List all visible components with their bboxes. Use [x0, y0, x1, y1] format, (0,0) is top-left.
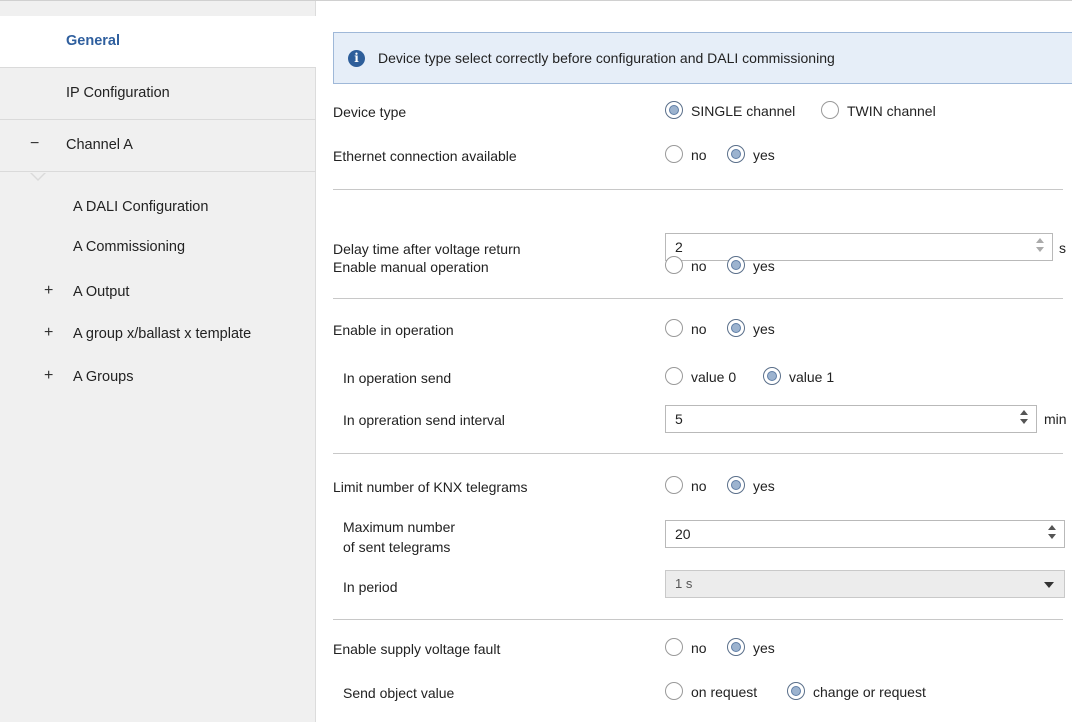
- in-operation-radio-group: no yes: [665, 319, 865, 341]
- max-telegrams-label-line2: of sent telegrams: [343, 539, 451, 555]
- chevron-down-icon[interactable]: [1044, 582, 1054, 588]
- change-or-request-label[interactable]: change or request: [813, 684, 926, 700]
- sidebar-item-a-groups[interactable]: + A Groups: [0, 367, 316, 389]
- device-type-radio-group: SINGLE channel TWIN channel: [665, 101, 965, 123]
- max-telegrams-value: 20: [675, 526, 691, 542]
- sidebar-item-label: General: [66, 33, 120, 49]
- delay-time-label: Delay time after voltage return: [333, 241, 521, 257]
- ethernet-yes-label[interactable]: yes: [753, 147, 775, 163]
- in-operation-send-radio-group: value 0 value 1: [665, 367, 915, 389]
- sidebar-item-label: A Output: [73, 284, 130, 300]
- change-or-request-radio[interactable]: [787, 682, 805, 700]
- send-value0-label[interactable]: value 0: [691, 369, 736, 385]
- send-value1-radio[interactable]: [763, 367, 781, 385]
- limit-telegrams-radio-group: no yes: [665, 476, 865, 498]
- in-op-no-radio[interactable]: [665, 319, 683, 337]
- in-period-label: In period: [343, 579, 398, 595]
- device-type-twin-radio[interactable]: [821, 101, 839, 119]
- supply-voltage-fault-label: Enable supply voltage fault: [333, 641, 501, 657]
- info-banner: i Device type select correctly before co…: [333, 32, 1072, 84]
- ethernet-no-radio[interactable]: [665, 145, 683, 163]
- spin-arrows-icon[interactable]: [1036, 238, 1044, 256]
- sidebar-item-label: A group x/ballast x template: [73, 326, 252, 342]
- info-text: Device type select correctly before conf…: [378, 50, 835, 66]
- limit-yes-radio[interactable]: [727, 476, 745, 494]
- device-type-label: Device type: [333, 104, 407, 120]
- parameter-panel: i Device type select correctly before co…: [317, 1, 1072, 722]
- section-divider: [333, 189, 1063, 190]
- sidebar-item-label: A DALI Configuration: [73, 199, 209, 215]
- on-request-label[interactable]: on request: [691, 684, 757, 700]
- sidebar-item-label: IP Configuration: [66, 85, 170, 101]
- in-op-yes-radio[interactable]: [727, 319, 745, 337]
- section-divider: [333, 619, 1063, 620]
- expand-icon[interactable]: +: [44, 324, 53, 342]
- send-value0-radio[interactable]: [665, 367, 683, 385]
- expand-notch-inner: [31, 172, 45, 179]
- device-type-single-label[interactable]: SINGLE channel: [691, 103, 795, 119]
- send-interval-value: 5: [675, 411, 683, 427]
- send-interval-unit: min: [1044, 411, 1067, 427]
- sidebar-item-a-dali-configuration[interactable]: A DALI Configuration: [0, 197, 316, 219]
- max-telegrams-label-line1: Maximum number: [343, 519, 456, 535]
- in-period-select[interactable]: 1 s: [665, 570, 1065, 598]
- manual-operation-label: Enable manual operation: [333, 259, 489, 275]
- ethernet-no-label[interactable]: no: [691, 147, 707, 163]
- supply-yes-radio[interactable]: [727, 638, 745, 656]
- ethernet-radio-group: no yes: [665, 145, 865, 167]
- limit-telegrams-label: Limit number of KNX telegrams: [333, 479, 528, 495]
- device-type-single-radio[interactable]: [665, 101, 683, 119]
- sidebar-item-channel-a[interactable]: − Channel A: [0, 120, 316, 172]
- sidebar-item-label: Channel A: [66, 137, 133, 153]
- expand-icon[interactable]: +: [44, 367, 53, 385]
- in-op-no-label[interactable]: no: [691, 321, 707, 337]
- ethernet-yes-radio[interactable]: [727, 145, 745, 163]
- sidebar: General IP Configuration − Channel A A D…: [0, 1, 316, 722]
- supply-voltage-radio-group: no yes: [665, 638, 865, 660]
- sidebar-item-a-commissioning[interactable]: A Commissioning: [0, 237, 316, 259]
- supply-yes-label[interactable]: yes: [753, 640, 775, 656]
- sidebar-item-general[interactable]: General: [0, 16, 316, 68]
- send-interval-spinbox[interactable]: 5: [665, 405, 1037, 433]
- delay-time-unit: s: [1059, 240, 1066, 256]
- section-divider: [333, 453, 1063, 454]
- delay-time-value: 2: [675, 239, 683, 255]
- max-telegrams-spinbox[interactable]: 20: [665, 520, 1065, 548]
- limit-no-label[interactable]: no: [691, 478, 707, 494]
- manual-yes-radio[interactable]: [727, 256, 745, 274]
- manual-operation-radio-group: no yes: [665, 256, 865, 278]
- send-object-value-radio-group: on request change or request: [665, 682, 985, 704]
- sidebar-item-label: A Commissioning: [73, 239, 186, 255]
- in-op-yes-label[interactable]: yes: [753, 321, 775, 337]
- section-divider: [333, 298, 1063, 299]
- expand-icon[interactable]: +: [44, 282, 53, 300]
- sidebar-item-a-output[interactable]: + A Output: [0, 282, 316, 304]
- sidebar-item-ip-configuration[interactable]: IP Configuration: [0, 68, 316, 120]
- ethernet-label: Ethernet connection available: [333, 148, 517, 164]
- send-value1-label[interactable]: value 1: [789, 369, 834, 385]
- window: General IP Configuration − Channel A A D…: [0, 0, 1072, 722]
- in-period-value: 1 s: [675, 576, 693, 591]
- limit-no-radio[interactable]: [665, 476, 683, 494]
- supply-no-radio[interactable]: [665, 638, 683, 656]
- spin-arrows-icon[interactable]: [1020, 410, 1028, 428]
- sidebar-item-a-group-template[interactable]: + A group x/ballast x template: [0, 324, 316, 346]
- send-object-value-label: Send object value: [343, 685, 455, 701]
- spin-arrows-icon[interactable]: [1048, 525, 1056, 543]
- limit-yes-label[interactable]: yes: [753, 478, 775, 494]
- in-operation-send-label: In operation send: [343, 370, 452, 386]
- manual-yes-label[interactable]: yes: [753, 258, 775, 274]
- on-request-radio[interactable]: [665, 682, 683, 700]
- manual-no-radio[interactable]: [665, 256, 683, 274]
- device-type-twin-label[interactable]: TWIN channel: [847, 103, 936, 119]
- enable-in-operation-label: Enable in operation: [333, 322, 454, 338]
- collapse-icon[interactable]: −: [30, 135, 39, 153]
- sidebar-item-label: A Groups: [73, 369, 134, 385]
- info-icon: i: [348, 50, 365, 67]
- manual-no-label[interactable]: no: [691, 258, 707, 274]
- supply-no-label[interactable]: no: [691, 640, 707, 656]
- send-interval-label: In opreration send interval: [343, 412, 505, 428]
